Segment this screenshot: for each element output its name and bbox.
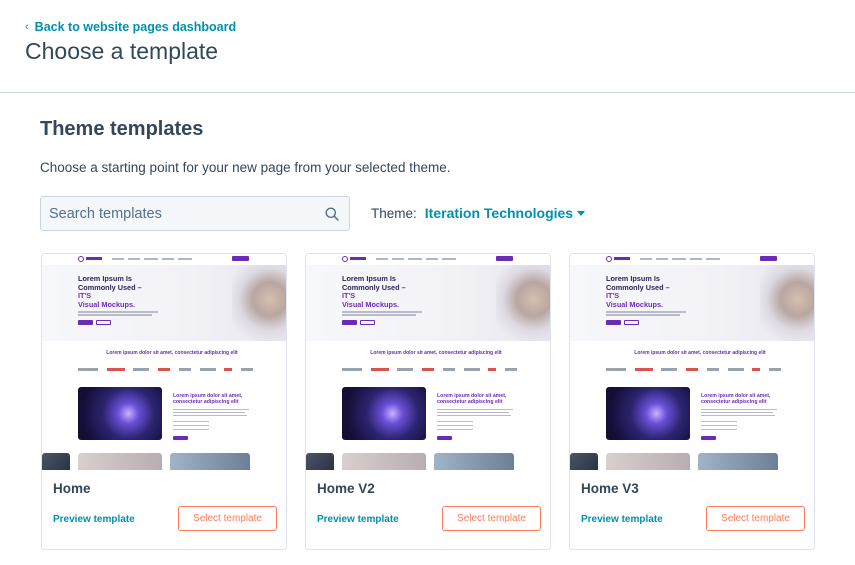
template-name: Home V3 [581, 481, 639, 496]
thumbnail-tagline: Lorem ipsum dolor sit amet, consectetur … [634, 350, 766, 356]
thumbnail-hero-image [760, 265, 814, 341]
thumbnail-logo-icon [342, 256, 348, 262]
thumbnail-logo-strip [342, 364, 517, 374]
template-card: Lorem Ipsum Is Commonly Used – IT'S Visu… [569, 253, 815, 550]
thumbnail-logo-strip [606, 364, 781, 374]
thumbnail-hero-heading: Lorem Ipsum Is Commonly Used – IT'S Visu… [606, 274, 670, 309]
preview-template-link[interactable]: Preview template [581, 514, 663, 525]
template-thumbnail[interactable]: Lorem Ipsum Is Commonly Used – IT'S Visu… [42, 254, 286, 470]
thumbnail-tagline: Lorem ipsum dolor sit amet, consectetur … [106, 350, 238, 356]
caret-down-icon[interactable] [577, 210, 586, 216]
section-subtitle: Choose a starting point for your new pag… [40, 160, 451, 175]
search-icon[interactable] [325, 207, 339, 221]
select-template-button[interactable]: Select template [178, 506, 277, 531]
theme-label: Theme: [371, 205, 417, 221]
thumbnail-tagline: Lorem ipsum dolor sit amet, consectetur … [370, 350, 502, 356]
page-title: Choose a template [25, 38, 219, 64]
theme-selector: Theme: Iteration Technologies [371, 205, 586, 221]
preview-template-link[interactable]: Preview template [317, 514, 399, 525]
thumbnail-feature-image [78, 387, 162, 440]
thumbnail-feature-image [342, 387, 426, 440]
select-template-button[interactable]: Select template [442, 506, 541, 531]
search-input[interactable] [49, 205, 325, 222]
template-card: Lorem Ipsum Is Commonly Used – IT'S Visu… [305, 253, 551, 550]
template-thumbnail[interactable]: Lorem Ipsum Is Commonly Used – IT'S Visu… [570, 254, 814, 470]
thumbnail-hero-heading: Lorem Ipsum Is Commonly Used – IT'S Visu… [78, 274, 142, 309]
thumbnail-feature-image [606, 387, 690, 440]
thumbnail-hero-image [496, 265, 550, 341]
thumbnail-logo-icon [78, 256, 84, 262]
thumbnail-logo-strip [78, 364, 253, 374]
chevron-left-icon: ‹ [25, 21, 29, 33]
theme-dropdown[interactable]: Iteration Technologies [425, 205, 573, 221]
template-name: Home [53, 481, 91, 496]
section-title: Theme templates [40, 118, 204, 140]
back-link[interactable]: ‹ Back to website pages dashboard [25, 20, 236, 34]
thumbnail-section-heading: Lorem ipsum dolor sit amet, consectetur … [173, 393, 243, 405]
search-box [40, 196, 350, 231]
thumbnail-hero-heading: Lorem Ipsum Is Commonly Used – IT'S Visu… [342, 274, 406, 309]
thumbnail-section-heading: Lorem ipsum dolor sit amet, consectetur … [437, 393, 507, 405]
select-template-button[interactable]: Select template [706, 506, 805, 531]
template-thumbnail[interactable]: Lorem Ipsum Is Commonly Used – IT'S Visu… [306, 254, 550, 470]
preview-template-link[interactable]: Preview template [53, 514, 135, 525]
thumbnail-logo-icon [606, 256, 612, 262]
template-card: Lorem Ipsum Is Commonly Used – IT'S Visu… [41, 253, 287, 550]
back-link-label: Back to website pages dashboard [34, 20, 237, 34]
template-name: Home V2 [317, 481, 375, 496]
page-header: ‹ Back to website pages dashboard Choose… [0, 0, 855, 93]
thumbnail-hero-image [232, 265, 286, 341]
thumbnail-section-heading: Lorem ipsum dolor sit amet, consectetur … [701, 393, 771, 405]
